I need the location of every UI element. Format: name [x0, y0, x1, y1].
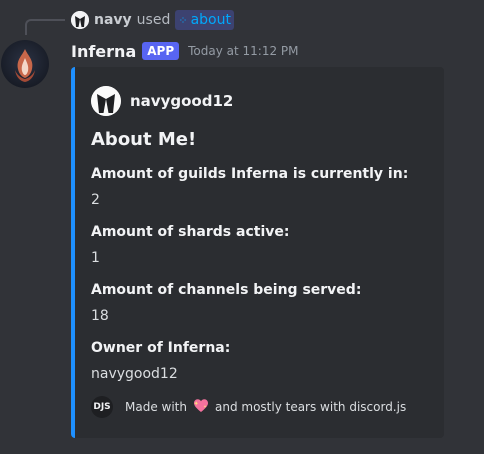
message-timestamp[interactable]: Today at 11:12 PM [188, 44, 298, 58]
footer-text: Made with and mostly tears with discord.… [125, 398, 406, 416]
tuxedo-icon [91, 86, 121, 116]
embed-card: navygood12 About Me! Amount of guilds In… [71, 67, 444, 438]
discordjs-icon: DJS [91, 396, 113, 418]
field-name: Amount of guilds Inferna is currently in… [91, 166, 409, 182]
reply-used-text: used [136, 12, 171, 28]
bot-name[interactable]: Inferna [71, 42, 136, 61]
field-name: Owner of Inferna: [91, 340, 231, 356]
footer-text-after: and mostly tears with discord.js [214, 400, 407, 414]
reply-spine [25, 19, 65, 35]
slash-command-icon: ⁘ [178, 13, 187, 27]
field-value: 18 [91, 308, 109, 324]
reply-reference[interactable]: navy used ⁘ about [71, 9, 234, 31]
flame-emblem-icon [15, 49, 35, 82]
command-mention[interactable]: ⁘ about [175, 10, 234, 30]
field-value: 1 [91, 250, 100, 266]
tuxedo-icon[interactable] [71, 11, 89, 29]
embed-author: navygood12 [91, 86, 233, 116]
embed-field-shards: Amount of shards active: 1 [91, 222, 289, 268]
embed-field-channels: Amount of channels being served: 18 [91, 280, 361, 326]
command-name: about [190, 12, 231, 28]
app-badge: APP [142, 42, 180, 60]
embed-field-guilds: Amount of guilds Inferna is currently in… [91, 164, 408, 210]
field-value: navygood12 [91, 366, 178, 382]
field-name: Amount of shards active: [91, 224, 290, 240]
field-name: Amount of channels being served: [91, 282, 362, 298]
sparkling-heart-icon [193, 398, 209, 416]
embed-author-name: navygood12 [130, 92, 234, 110]
reply-username[interactable]: navy [94, 12, 132, 28]
embed-field-owner: Owner of Inferna: navygood12 [91, 338, 230, 384]
bot-avatar[interactable] [1, 40, 49, 88]
embed-title: About Me! [91, 129, 197, 150]
footer-text-before: Made with [125, 400, 187, 414]
embed-footer: DJS Made with and mostly tears with disc… [91, 396, 406, 418]
field-value: 2 [91, 192, 100, 208]
message-header: Inferna APP Today at 11:12 PM [71, 39, 299, 63]
